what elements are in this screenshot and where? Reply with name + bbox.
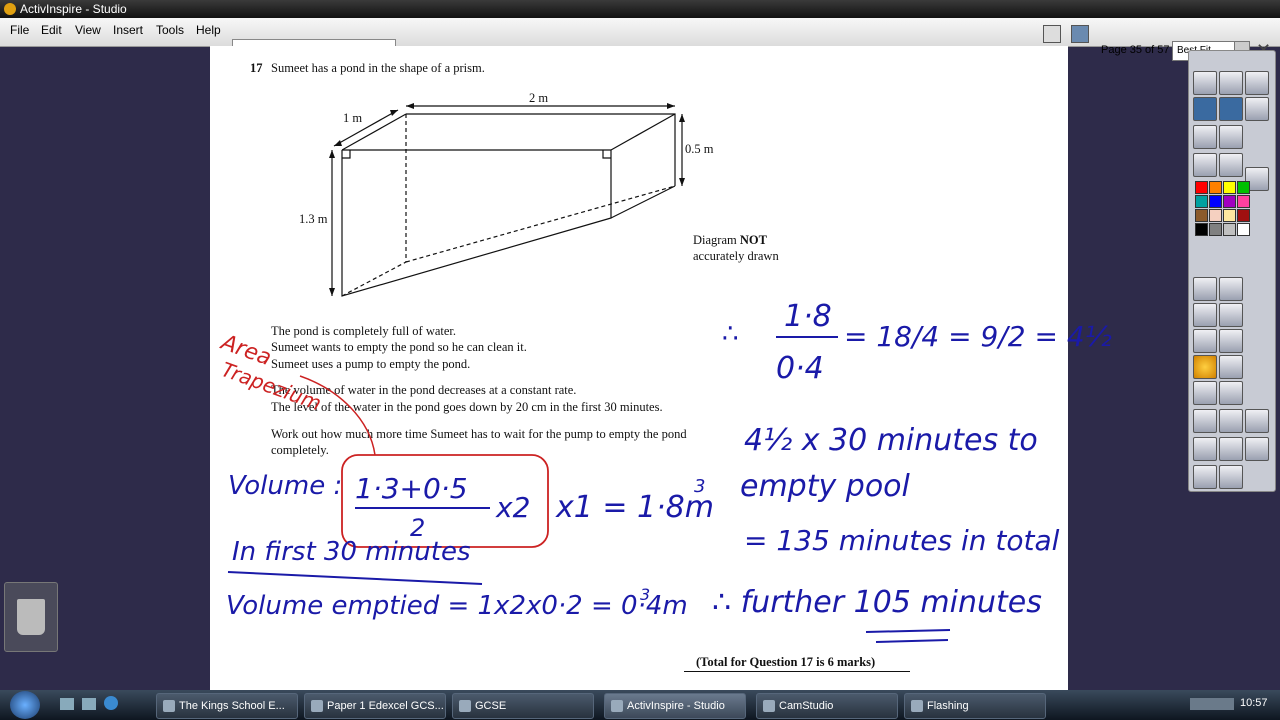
- menu-tools[interactable]: Tools: [156, 23, 184, 37]
- main-menu-icon[interactable]: [1193, 71, 1217, 95]
- menu-insert[interactable]: Insert: [113, 23, 143, 37]
- color-swatch[interactable]: [1209, 181, 1222, 194]
- activinspire-icon: [611, 700, 623, 712]
- trash-can[interactable]: [4, 582, 58, 652]
- question-line: Work out how much more time Sumeet has t…: [271, 427, 687, 441]
- resource-icon[interactable]: [1071, 25, 1089, 43]
- highlighter-icon[interactable]: [1193, 303, 1217, 327]
- color-swatch[interactable]: [1209, 223, 1222, 236]
- redo-arrow-icon[interactable]: [1219, 437, 1243, 461]
- menu-view[interactable]: View: [75, 23, 101, 37]
- camstudio-icon: [763, 700, 775, 712]
- question-line: The volume of water in the pond decrease…: [271, 383, 577, 397]
- activinspire-icon: [4, 3, 16, 15]
- trash-icon: [17, 599, 45, 635]
- undo-arrow-icon[interactable]: [1193, 437, 1217, 461]
- color-swatch[interactable]: [1209, 209, 1222, 222]
- menu-bar: File Edit View Insert Tools Help 1) June…: [0, 18, 1280, 63]
- question-line: Sumeet uses a pump to empty the pond.: [271, 357, 471, 371]
- window-icon: [911, 700, 923, 712]
- color-swatch[interactable]: [1237, 223, 1250, 236]
- start-button[interactable]: [10, 691, 40, 719]
- window-title: ActivInspire - Studio: [20, 2, 127, 16]
- color-swatch[interactable]: [1237, 209, 1250, 222]
- color-swatch[interactable]: [1195, 181, 1208, 194]
- question-line: The pond is completely full of water.: [271, 324, 457, 338]
- ie-icon: [311, 700, 323, 712]
- color-swatch[interactable]: [1223, 195, 1236, 208]
- eraser-icon[interactable]: [1193, 329, 1217, 353]
- dim-length: 2 m: [529, 91, 549, 105]
- page-browser-icon[interactable]: [1043, 25, 1061, 43]
- color-swatch[interactable]: [1195, 209, 1208, 222]
- camera-icon[interactable]: [1219, 153, 1243, 177]
- menu-help[interactable]: Help: [196, 23, 221, 37]
- dim-width: 1 m: [343, 111, 363, 125]
- diagram-note-2: accurately drawn: [693, 249, 779, 263]
- previous-page-icon[interactable]: [1193, 125, 1217, 149]
- title-bar: ActivInspire - Studio: [0, 0, 1280, 18]
- clear-icon[interactable]: [1193, 409, 1217, 433]
- total-underline: [684, 671, 910, 672]
- question-line: Sumeet wants to empty the pond so he can…: [271, 340, 527, 354]
- clock: 10:57: [1240, 697, 1268, 709]
- dim-shallow-depth: 0.5 m: [685, 142, 714, 156]
- dim-deep-depth: 1.3 m: [299, 212, 328, 226]
- diagram-note: Diagram NOT: [693, 233, 767, 247]
- question-line: completely.: [271, 443, 329, 457]
- tray-icons[interactable]: [1190, 698, 1234, 710]
- color-swatch[interactable]: [1223, 223, 1236, 236]
- next-page-icon[interactable]: [1219, 125, 1243, 149]
- flipchart-page[interactable]: 17 Sumeet has a pond in the shape of a p…: [210, 46, 1068, 690]
- color-swatch[interactable]: [1237, 195, 1250, 208]
- color-swatch[interactable]: [1223, 181, 1236, 194]
- menu-file[interactable]: File: [10, 23, 29, 37]
- ie-icon: [163, 700, 175, 712]
- taskbar: The Kings School E... Paper 1 Edexcel GC…: [0, 690, 1280, 720]
- color-swatch[interactable]: [1195, 223, 1208, 236]
- text-tool-icon[interactable]: [1219, 381, 1243, 405]
- menu-edit[interactable]: Edit: [41, 23, 62, 37]
- tools-icon[interactable]: [1193, 465, 1217, 489]
- delete-icon[interactable]: [1245, 409, 1269, 433]
- pen-icon[interactable]: [1219, 277, 1243, 301]
- page-counter: Page 35 of 57: [1101, 44, 1170, 56]
- duplicate-icon[interactable]: [1245, 437, 1269, 461]
- fill-icon[interactable]: [1219, 329, 1243, 353]
- shape-icon[interactable]: [1193, 355, 1217, 379]
- select-tool-icon[interactable]: [1193, 277, 1217, 301]
- desktop-icon[interactable]: [1219, 97, 1243, 121]
- more-tools-icon[interactable]: [1219, 465, 1243, 489]
- task-camstudio[interactable]: CamStudio: [756, 693, 898, 719]
- folder-icon: [459, 700, 471, 712]
- undo-icon[interactable]: [1245, 97, 1269, 121]
- color-swatch[interactable]: [1209, 195, 1222, 208]
- connector-icon[interactable]: [1219, 355, 1243, 379]
- question-line: The level of the water in the pond goes …: [271, 400, 663, 414]
- quick-launch-icon[interactable]: [82, 698, 96, 710]
- question-total: (Total for Question 17 is 6 marks): [696, 655, 876, 669]
- show-desktop-icon[interactable]: [60, 698, 74, 710]
- marker-icon[interactable]: [1219, 303, 1243, 327]
- browser-icon[interactable]: [1219, 71, 1243, 95]
- magic-ink-icon[interactable]: [1193, 381, 1217, 405]
- tool-palette: [1188, 50, 1276, 492]
- task-gcse[interactable]: GCSE: [452, 693, 594, 719]
- task-flashing[interactable]: Flashing: [904, 693, 1046, 719]
- color-swatch[interactable]: [1223, 209, 1236, 222]
- play-icon[interactable]: [1193, 153, 1217, 177]
- pen-tool-icon[interactable]: [1245, 71, 1269, 95]
- task-activinspire[interactable]: ActivInspire - Studio: [604, 693, 746, 719]
- color-swatch[interactable]: [1237, 181, 1250, 194]
- task-kings-school[interactable]: The Kings School E...: [156, 693, 298, 719]
- ie-icon[interactable]: [104, 696, 118, 710]
- task-paper1[interactable]: Paper 1 Edexcel GCS...: [304, 693, 446, 719]
- color-swatch[interactable]: [1195, 195, 1208, 208]
- page-icon[interactable]: [1193, 97, 1217, 121]
- reset-icon[interactable]: [1219, 409, 1243, 433]
